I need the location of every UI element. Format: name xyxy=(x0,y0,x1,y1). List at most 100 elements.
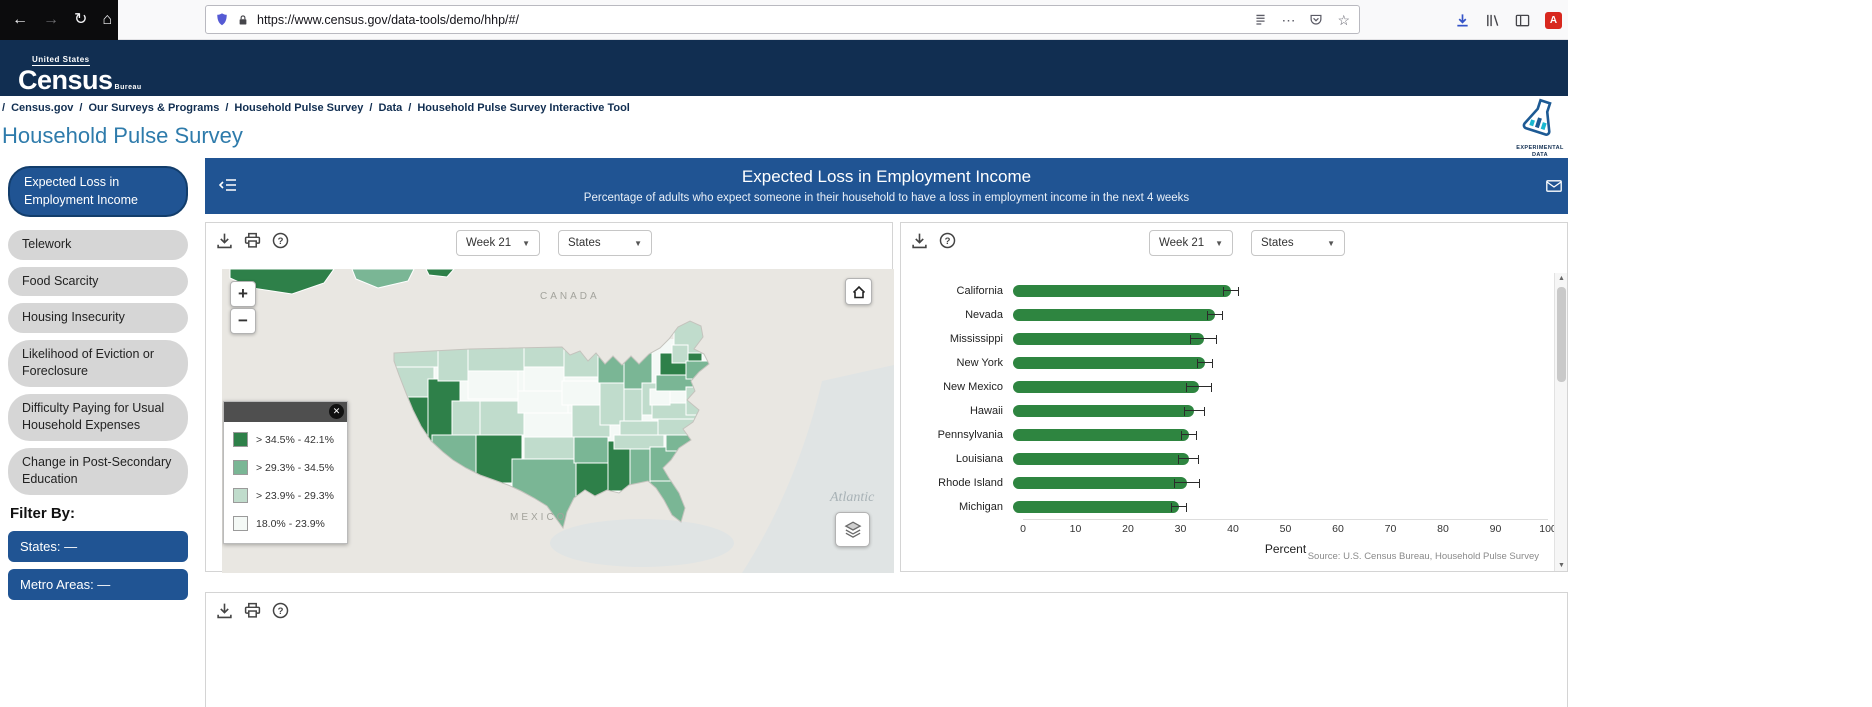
sidebar-item[interactable]: Change in Post-Secondary Education xyxy=(8,448,188,495)
scroll-up-icon[interactable]: ▲ xyxy=(1555,275,1568,282)
chart-bar[interactable] xyxy=(1013,285,1231,297)
map-card-toolbar: ? xyxy=(216,232,289,249)
chart-row: Pennsylvania xyxy=(901,423,1551,447)
breadcrumb-item[interactable]: Our Surveys & Programs xyxy=(88,102,219,114)
pocket-icon[interactable] xyxy=(1309,13,1323,26)
second-row-card: ? xyxy=(205,592,1568,707)
chart-category-label: New Mexico xyxy=(901,381,1013,393)
axis-tick-label: 60 xyxy=(1332,523,1344,535)
chart-row: Rhode Island xyxy=(901,471,1551,495)
second-row-toolbar: ? xyxy=(216,602,289,619)
breadcrumb-item[interactable]: Household Pulse Survey xyxy=(234,102,363,114)
sidebar-item[interactable]: Likelihood of Eviction or Foreclosure xyxy=(8,340,188,387)
email-icon[interactable] xyxy=(1546,179,1562,197)
chart-row: Michigan xyxy=(901,495,1551,519)
chart-bar[interactable] xyxy=(1013,357,1205,369)
home-icon[interactable]: ⌂ xyxy=(102,12,112,28)
forward-icon[interactable]: → xyxy=(43,12,59,28)
layers-icon xyxy=(842,519,864,541)
url-text[interactable]: https://www.census.gov/data-tools/demo/h… xyxy=(257,13,1246,27)
chart-row: Hawaii xyxy=(901,399,1551,423)
axis-tick-label: 0 xyxy=(1020,523,1026,535)
chart-bar[interactable] xyxy=(1013,477,1187,489)
axis-tick-label: 10 xyxy=(1070,523,1082,535)
help-icon[interactable]: ? xyxy=(939,232,956,249)
filter-button[interactable]: Metro Areas: — xyxy=(8,569,188,600)
chart-bar[interactable] xyxy=(1013,453,1189,465)
page-content: Expected Loss in Employment Income Telewo… xyxy=(0,158,1568,707)
legend-close-icon[interactable]: ✕ xyxy=(329,404,344,419)
help-icon[interactable]: ? xyxy=(272,232,289,249)
print-icon[interactable] xyxy=(244,602,261,619)
week-dropdown[interactable]: Week 21 ▼ xyxy=(1149,230,1233,256)
map-legend: ✕ > 34.5% - 42.1%> 29.3% - 34.5%> 23.9% … xyxy=(223,401,348,544)
refresh-icon[interactable]: ↻ xyxy=(74,12,87,28)
chart-category-label: Hawaii xyxy=(901,405,1013,417)
breadcrumb-item[interactable]: Data xyxy=(378,102,402,114)
breadcrumb-separator: / xyxy=(369,102,372,114)
map-label-mexico: MEXICO xyxy=(510,512,567,523)
map-layers-button[interactable] xyxy=(835,512,870,547)
chart-row: Nevada xyxy=(901,303,1551,327)
print-icon[interactable] xyxy=(244,232,261,249)
filter-button[interactable]: States: — xyxy=(8,531,188,562)
chart-row: Louisiana xyxy=(901,447,1551,471)
page-actions-icon[interactable]: ⋯ xyxy=(1281,13,1295,27)
experimental-flask-icon xyxy=(1517,98,1563,140)
shield-icon[interactable] xyxy=(215,12,229,27)
chart-category-label: Pennsylvania xyxy=(901,429,1013,441)
geography-dropdown-value: States xyxy=(568,237,601,249)
back-icon[interactable]: ← xyxy=(12,12,28,28)
chart-bar[interactable] xyxy=(1013,333,1204,345)
sidebars-icon[interactable] xyxy=(1515,13,1530,28)
chart-bar[interactable] xyxy=(1013,501,1179,513)
chart-scrollbar[interactable]: ▲ ▼ xyxy=(1554,273,1567,571)
geography-dropdown[interactable]: States ▼ xyxy=(558,230,652,256)
choropleth-map[interactable]: CANADA MEXICO Atlantic + − xyxy=(222,269,894,573)
scroll-down-icon[interactable]: ▼ xyxy=(1555,562,1568,569)
chart-error-bar xyxy=(1223,287,1239,296)
sidebar-item[interactable]: Difficulty Paying for Usual Household Ex… xyxy=(8,394,188,441)
chart-bar[interactable] xyxy=(1013,405,1194,417)
chevron-down-icon: ▼ xyxy=(634,239,642,248)
legend-header[interactable]: ✕ xyxy=(224,402,347,422)
geography-dropdown[interactable]: States ▼ xyxy=(1251,230,1345,256)
sidebar-item[interactable]: Telework xyxy=(8,230,188,260)
url-bar[interactable]: https://www.census.gov/data-tools/demo/h… xyxy=(205,5,1360,34)
svg-text:?: ? xyxy=(945,236,951,247)
download-icon[interactable] xyxy=(216,232,233,249)
library-icon[interactable] xyxy=(1485,13,1500,28)
chart-bar[interactable] xyxy=(1013,429,1189,441)
download-icon[interactable] xyxy=(216,602,233,619)
legend-label: > 29.3% - 34.5% xyxy=(256,462,334,474)
chart-bar[interactable] xyxy=(1013,381,1199,393)
week-dropdown[interactable]: Week 21 ▼ xyxy=(456,230,540,256)
collapse-sidebar-icon[interactable] xyxy=(219,178,237,197)
filter-by-label: Filter By: xyxy=(10,505,188,522)
help-icon[interactable]: ? xyxy=(272,602,289,619)
extension-icon[interactable]: A xyxy=(1545,12,1562,29)
map-home-extent-button[interactable] xyxy=(845,278,872,305)
scrollbar-thumb[interactable] xyxy=(1557,287,1566,382)
chart-row: California xyxy=(901,279,1551,303)
zoom-out-button[interactable]: − xyxy=(230,308,256,334)
breadcrumb-item[interactable]: Census.gov xyxy=(11,102,73,114)
chart-category-label: New York xyxy=(901,357,1013,369)
lock-icon[interactable] xyxy=(237,13,249,27)
chart-row: New York xyxy=(901,351,1551,375)
sidebar-item[interactable]: Food Scarcity xyxy=(8,267,188,297)
downloads-icon[interactable] xyxy=(1455,13,1470,28)
download-icon[interactable] xyxy=(911,232,928,249)
sidebar-item[interactable]: Expected Loss in Employment Income xyxy=(8,166,188,217)
census-logo[interactable]: United States CensusBureau xyxy=(18,49,142,94)
sidebar-item[interactable]: Housing Insecurity xyxy=(8,303,188,333)
measure-subtitle: Percentage of adults who expect someone … xyxy=(205,192,1568,204)
svg-text:?: ? xyxy=(278,606,284,617)
reader-mode-icon[interactable] xyxy=(1254,13,1267,26)
zoom-in-button[interactable]: + xyxy=(230,281,256,307)
bookmark-star-icon[interactable]: ☆ xyxy=(1337,13,1350,27)
chart-error-bar xyxy=(1178,455,1199,464)
chart-bar[interactable] xyxy=(1013,309,1215,321)
x-axis-line xyxy=(1023,519,1548,520)
axis-tick-label: 20 xyxy=(1122,523,1134,535)
